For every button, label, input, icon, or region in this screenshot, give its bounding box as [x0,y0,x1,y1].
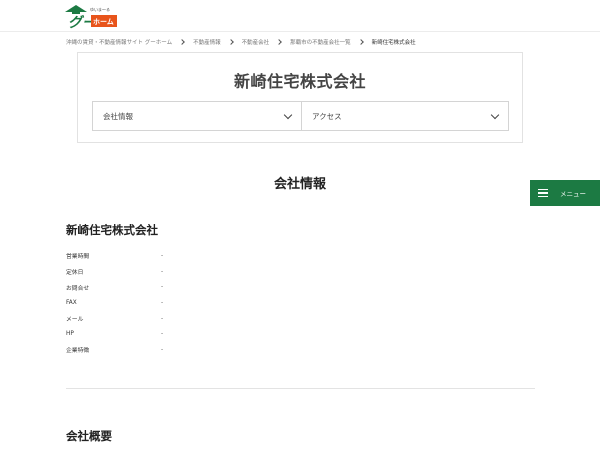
info-value: - [161,346,164,353]
info-row-holidays: 定休日 - [66,264,266,280]
logo-tagline: ゆいま～る [90,6,110,12]
breadcrumb-real-estate-info[interactable]: 不動産情報 [193,38,221,46]
logo-name-part2: ホーム [93,18,114,26]
chevron-right-icon [179,39,185,45]
info-row-fax: FAX - [66,295,266,311]
info-label: 営業時間 [66,254,90,261]
info-label: HP [66,331,74,338]
section-divider [66,388,535,389]
info-label: 企業特徴 [66,348,90,355]
section-heading-company-info: 会社情報 [273,177,326,192]
company-header-box: 新崎住宅株式会社 会社情報 アクセス [77,52,523,143]
chevron-down-icon [283,110,293,120]
chevron-right-icon [357,39,364,45]
breadcrumb-current: 新崎住宅株式会社 [371,40,416,46]
breadcrumb-real-estate-companies[interactable]: 不動産会社 [242,38,270,46]
company-info-select-label: 会社情報 [103,111,133,121]
info-value: - [161,284,164,291]
company-info-select[interactable]: 会社情報 [92,101,301,131]
chevron-right-icon [276,39,282,45]
access-select[interactable]: アクセス [301,101,509,131]
info-label: 定休日 [66,270,84,277]
info-row-email: メール - [66,311,266,327]
company-overview-heading: 会社概要 [66,429,112,443]
menu-button[interactable]: メニュー [530,180,600,206]
breadcrumb-naha-company-list[interactable]: 那覇市の不動産会社一覧 [290,38,351,46]
chevron-right-icon [227,39,234,45]
info-value: - [161,268,164,275]
info-value: - [161,331,164,338]
hamburger-icon [538,189,548,197]
info-row-homepage: HP - [66,326,266,342]
access-select-label: アクセス [312,111,342,121]
menu-button-label: メニュー [560,190,586,198]
info-row-contact: お問合せ - [66,279,266,295]
top-header: グー ゆいま～る ホーム [0,0,600,32]
company-title: 新崎住宅株式会社 [233,72,366,91]
breadcrumb-home[interactable]: 沖縄の賃貸・不動産情報サイト グーホーム [66,38,172,46]
info-row-business-hours: 営業時間 - [66,248,266,264]
info-label: FAX [66,299,77,306]
info-value: - [161,299,164,306]
info-label: メール [66,317,84,324]
info-value: - [161,252,164,259]
info-value: - [161,315,164,322]
company-name-heading: 新崎住宅株式会社 [66,223,158,237]
site-logo[interactable]: グー ゆいま～る ホーム [64,3,118,29]
chevron-down-icon [490,110,500,120]
company-info-table: 営業時間 - 定休日 - お問合せ - FAX - メール - HP - 企業特… [66,248,266,358]
breadcrumb: 沖縄の賃貸・不動産情報サイト グーホーム 不動産情報 不動産会社 那覇市の不動産… [66,37,416,47]
info-row-features: 企業特徴 - [66,342,266,358]
info-label: お問合せ [66,285,90,292]
